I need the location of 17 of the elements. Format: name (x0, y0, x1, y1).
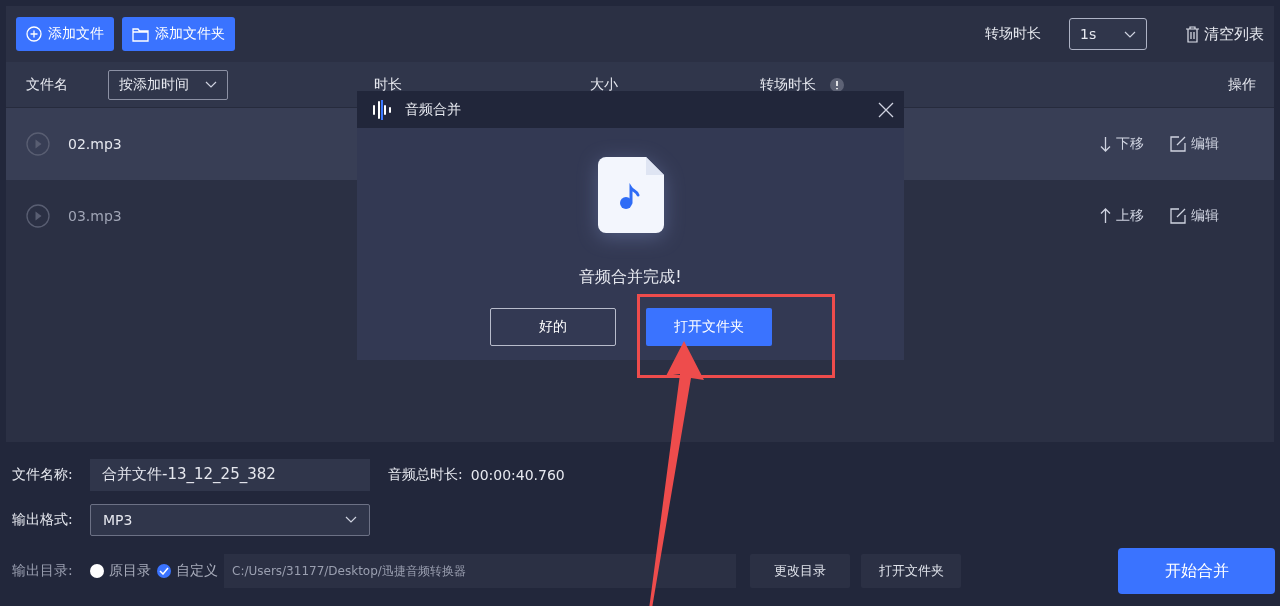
radio-label: 自定义 (176, 562, 218, 580)
file-name: 03.mp3 (68, 208, 122, 224)
dialog-message: 音频合并完成! (579, 267, 682, 288)
output-label: 输出目录: (12, 562, 74, 580)
filename-label: 文件名称: (12, 465, 74, 484)
column-header: 转场时长 (760, 75, 816, 94)
column-header: 文件名 (26, 75, 69, 94)
radio-label: 原目录 (109, 562, 151, 580)
total-duration-label: 音频总时长: (388, 465, 463, 484)
transition-label: 转场时长 (985, 25, 1041, 43)
format-label: 输出格式: (12, 510, 74, 529)
dialog-title: 音频合并 (405, 100, 461, 119)
file-name: 02.mp3 (68, 136, 122, 152)
column-header: 操作 (1228, 75, 1256, 94)
column-header: 时长 (374, 75, 403, 94)
total-duration: 00:00:40.760 (470, 466, 565, 483)
column-header: 大小 (590, 75, 619, 94)
